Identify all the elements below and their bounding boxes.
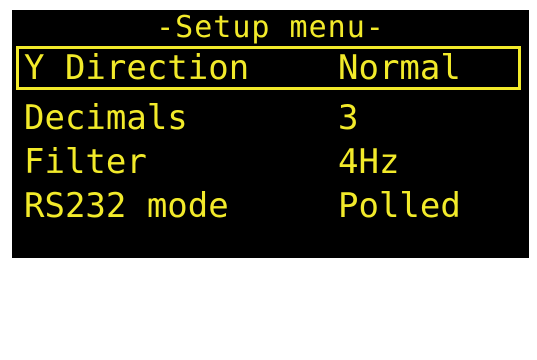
- menu-item-value: Polled: [338, 186, 461, 226]
- menu-item-y-direction[interactable]: Y Direction Normal: [16, 46, 521, 90]
- lcd-screen: -Setup menu- Y Direction Normal Decimals…: [12, 10, 529, 258]
- menu-item-filter[interactable]: Filter 4Hz: [16, 140, 521, 184]
- menu-item-value: Normal: [338, 48, 461, 88]
- menu-item-label: Decimals: [24, 98, 188, 138]
- menu-title: -Setup menu-: [156, 10, 385, 45]
- menu-item-label: Y Direction: [24, 48, 250, 88]
- menu-item-value: 4Hz: [338, 142, 400, 182]
- menu-item-value: 3: [338, 98, 359, 138]
- menu-item-decimals[interactable]: Decimals 3: [16, 96, 521, 140]
- menu-item-label: Filter: [24, 142, 147, 182]
- menu-item-label: RS232 mode: [24, 186, 229, 226]
- menu-item-rs232-mode[interactable]: RS232 mode Polled: [16, 184, 521, 228]
